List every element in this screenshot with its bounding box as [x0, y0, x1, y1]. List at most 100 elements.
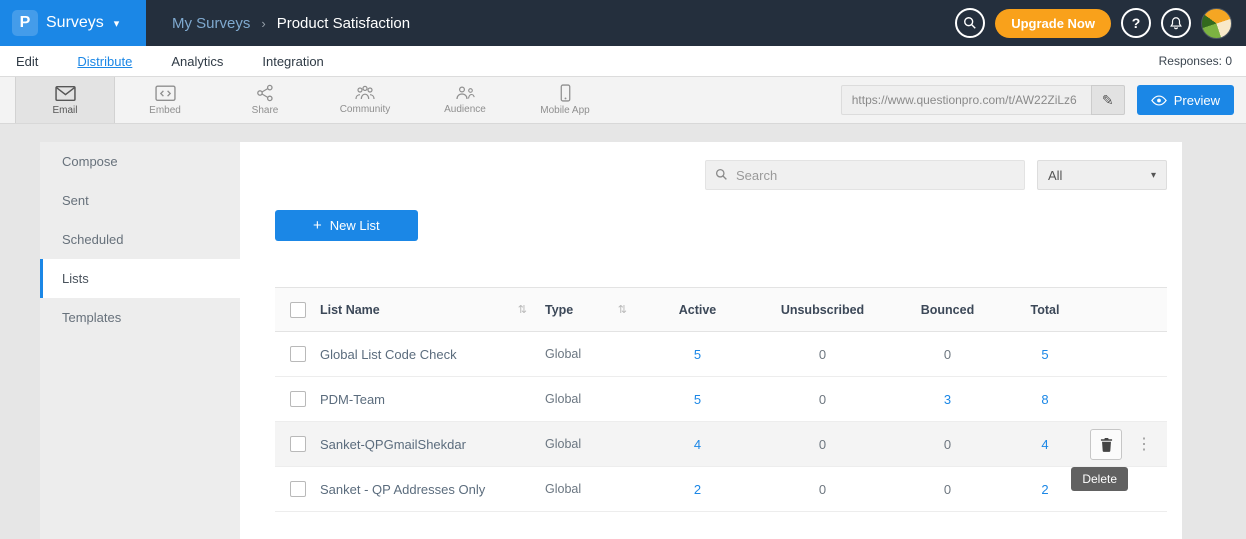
active-count-link[interactable]: 5	[645, 392, 750, 407]
list-type-filter[interactable]: All ▾	[1037, 160, 1167, 190]
channel-label: Embed	[149, 105, 181, 116]
list-name-link[interactable]: Global List Code Check	[320, 347, 545, 362]
edit-url-button[interactable]: ✎	[1091, 85, 1125, 115]
responses-count: Responses: 0	[1159, 54, 1246, 68]
channel-label: Audience	[444, 104, 486, 115]
list-search-row: All ▾	[275, 160, 1167, 190]
select-all-checkbox[interactable]	[290, 302, 306, 318]
sidebar-item-lists[interactable]: Lists	[40, 259, 240, 298]
table-row: Sanket - QP Addresses Only Global 2 0 0 …	[275, 467, 1167, 512]
sidebar-item-templates[interactable]: Templates	[40, 298, 240, 337]
sidebar-item-scheduled[interactable]: Scheduled	[40, 220, 240, 259]
sidebar-item-compose[interactable]: Compose	[40, 142, 240, 181]
unsubscribed-count: 0	[750, 392, 895, 407]
avatar[interactable]	[1201, 8, 1232, 39]
help-button[interactable]: ?	[1121, 8, 1151, 38]
channel-label: Share	[252, 105, 279, 116]
preview-label: Preview	[1174, 93, 1220, 108]
sort-icon[interactable]: ⇅	[618, 303, 627, 316]
channel-mobile-app[interactable]: Mobile App	[515, 77, 615, 123]
channel-community[interactable]: Community	[315, 77, 415, 123]
active-count-link[interactable]: 2	[645, 482, 750, 497]
product-name: Surveys	[46, 14, 104, 32]
total-count-link[interactable]: 5	[1000, 347, 1090, 362]
breadcrumb: My Surveys › Product Satisfaction	[172, 15, 410, 32]
row-checkbox[interactable]	[290, 481, 306, 497]
column-header-unsubscribed: Unsubscribed	[750, 303, 895, 317]
topbar-actions: Upgrade Now ?	[955, 8, 1246, 39]
search-button[interactable]	[955, 8, 985, 38]
unsubscribed-count: 0	[750, 437, 895, 452]
search-input[interactable]	[705, 160, 1025, 190]
total-count-link[interactable]: 4	[1000, 437, 1090, 452]
row-menu-button[interactable]: ⋮	[1134, 434, 1154, 454]
preview-button[interactable]: Preview	[1137, 85, 1234, 115]
mobile-phone-icon	[560, 84, 571, 102]
list-name-link[interactable]: Sanket-QPGmailShekdar	[320, 437, 545, 452]
notifications-button[interactable]	[1161, 8, 1191, 38]
survey-nav-tabs: Edit Distribute Analytics Integration Re…	[0, 46, 1246, 77]
unsubscribed-count: 0	[750, 482, 895, 497]
tab-edit[interactable]: Edit	[16, 54, 38, 69]
survey-url-input[interactable]	[841, 85, 1091, 115]
channel-label: Community	[340, 104, 391, 115]
sort-icon[interactable]: ⇅	[518, 303, 527, 316]
total-count-link[interactable]: 8	[1000, 392, 1090, 407]
tab-analytics[interactable]: Analytics	[171, 54, 223, 69]
filter-value: All	[1048, 168, 1062, 183]
product-switcher[interactable]: P Surveys ▾	[0, 0, 146, 46]
upgrade-button[interactable]: Upgrade Now	[995, 9, 1111, 38]
channel-share[interactable]: Share	[215, 77, 315, 123]
breadcrumb-my-surveys[interactable]: My Surveys	[172, 15, 250, 32]
active-count-link[interactable]: 5	[645, 347, 750, 362]
column-header-active: Active	[645, 303, 750, 317]
row-checkbox[interactable]	[290, 391, 306, 407]
table-row: PDM-Team Global 5 0 3 8	[275, 377, 1167, 422]
table-row: Global List Code Check Global 5 0 0 5	[275, 332, 1167, 377]
delete-list-button[interactable]	[1090, 429, 1122, 460]
table-header-row: List Name ⇅ Type ⇅ Active Unsubscribed B…	[275, 287, 1167, 332]
list-type: Global	[545, 482, 645, 496]
list-name-link[interactable]: PDM-Team	[320, 392, 545, 407]
questionpro-logo-icon: P	[12, 10, 38, 36]
list-type: Global	[545, 392, 645, 406]
help-icon: ?	[1132, 15, 1141, 31]
list-name-link[interactable]: Sanket - QP Addresses Only	[320, 482, 545, 497]
new-list-button[interactable]: + New List	[275, 210, 418, 241]
audience-icon	[454, 85, 476, 101]
bounced-count-link[interactable]: 3	[895, 392, 1000, 407]
bounced-count: 0	[895, 347, 1000, 362]
delete-tooltip: Delete	[1071, 467, 1128, 491]
bell-icon	[1169, 16, 1183, 30]
chevron-down-icon: ▾	[114, 17, 120, 30]
search-icon	[963, 16, 977, 30]
survey-url-group: ✎	[841, 85, 1125, 115]
search-box	[705, 160, 1025, 190]
column-header-type[interactable]: Type	[545, 303, 573, 317]
bounced-count: 0	[895, 482, 1000, 497]
channel-email[interactable]: Email	[15, 77, 115, 123]
email-icon	[55, 85, 76, 102]
eye-icon	[1151, 95, 1167, 106]
breadcrumb-separator-icon: ›	[261, 16, 265, 31]
channel-embed[interactable]: Embed	[115, 77, 215, 123]
channel-audience[interactable]: Audience	[415, 77, 515, 123]
plus-icon: +	[313, 217, 322, 234]
embed-code-icon	[155, 85, 176, 102]
active-count-link[interactable]: 4	[645, 437, 750, 452]
content: Compose Sent Scheduled Lists Templates A…	[0, 124, 1246, 539]
pencil-icon: ✎	[1102, 92, 1114, 109]
lists-table: List Name ⇅ Type ⇅ Active Unsubscribed B…	[275, 287, 1167, 512]
chevron-down-icon: ▾	[1151, 170, 1156, 181]
row-checkbox[interactable]	[290, 346, 306, 362]
community-people-icon	[354, 85, 376, 101]
column-header-list-name[interactable]: List Name	[320, 303, 380, 317]
channel-label: Email	[52, 105, 77, 116]
row-checkbox[interactable]	[290, 436, 306, 452]
channel-label: Mobile App	[540, 105, 589, 116]
table-row: Sanket-QPGmailShekdar Global 4 0 0 4 ⋮ D…	[275, 422, 1167, 467]
sidebar-item-sent[interactable]: Sent	[40, 181, 240, 220]
tab-distribute[interactable]: Distribute	[77, 54, 132, 69]
tab-integration[interactable]: Integration	[262, 54, 323, 69]
row-actions: ⋮ Delete	[1090, 429, 1168, 460]
